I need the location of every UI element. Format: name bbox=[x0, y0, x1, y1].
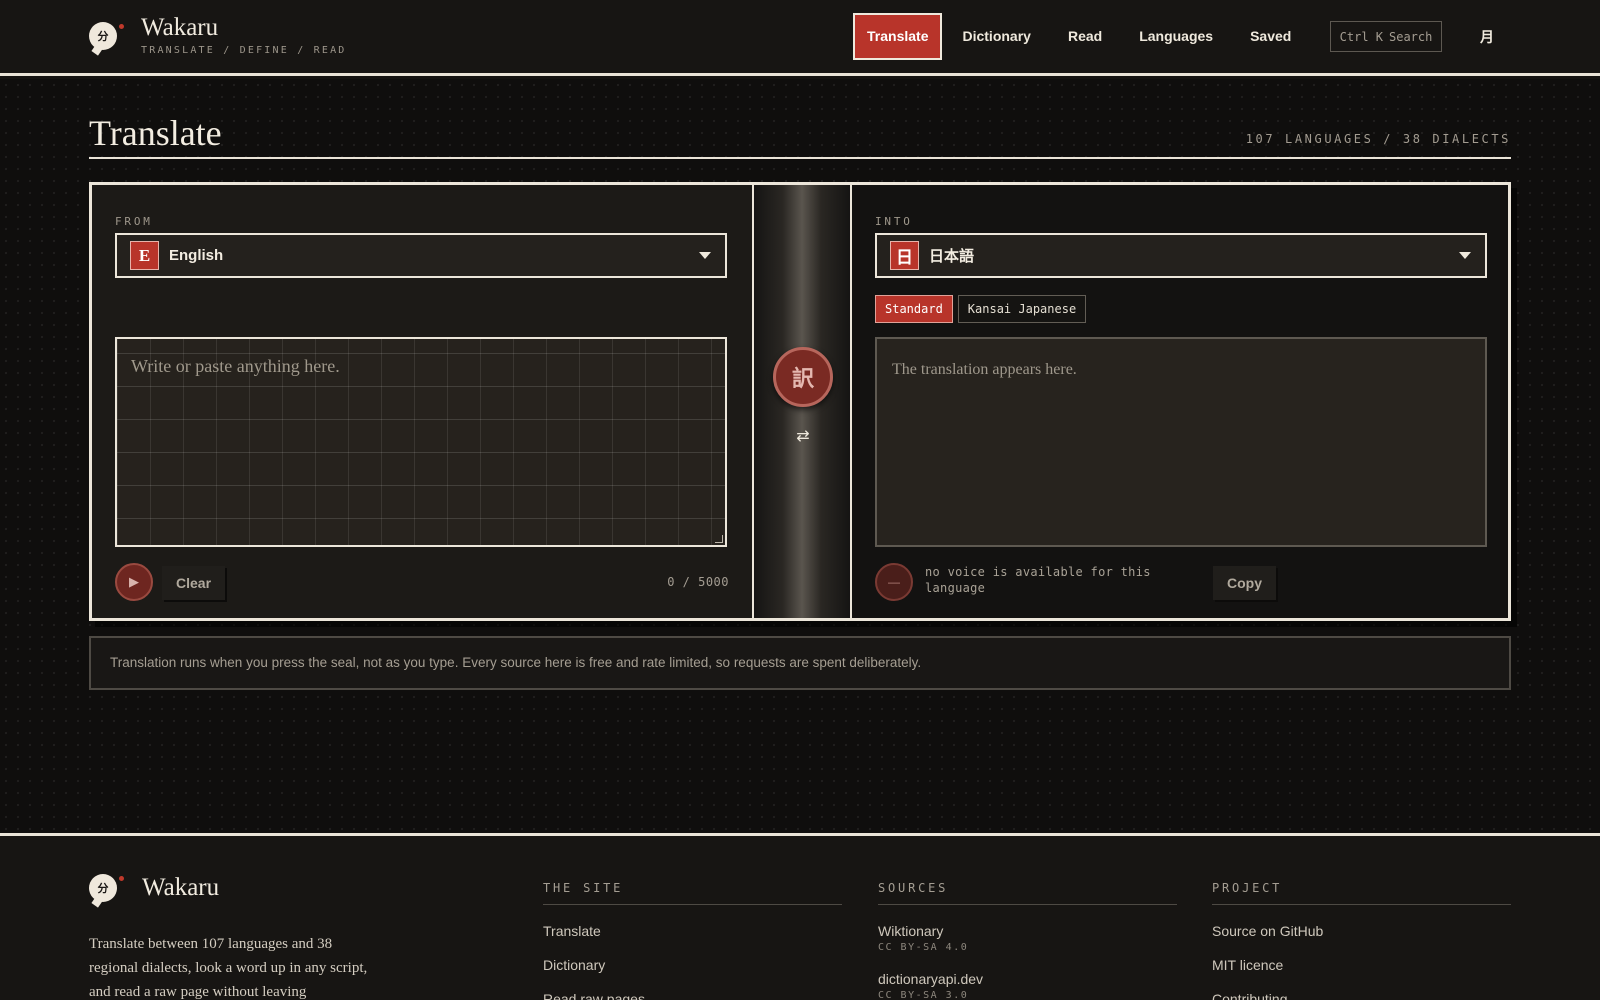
resize-handle-icon[interactable] bbox=[715, 535, 723, 543]
logo-glyph: 分 bbox=[97, 883, 109, 895]
wakaru-logo-icon: 分 bbox=[89, 874, 124, 908]
footer-column-site: THE SITE Translate Dictionary Read raw p… bbox=[543, 881, 842, 1000]
footer-link-licence[interactable]: MIT licence bbox=[1212, 957, 1511, 973]
source-placeholder: Write or paste anything here. bbox=[131, 356, 340, 376]
source-language-badge: E bbox=[130, 241, 159, 270]
target-language-name: 日本語 bbox=[929, 248, 975, 265]
nav-translate[interactable]: Translate bbox=[853, 13, 943, 60]
source-column: FROM E English Write or paste anything h… bbox=[92, 185, 752, 618]
target-column: INTO 日 日本語 Standard Kansai Japanese The … bbox=[852, 185, 1508, 618]
play-source-audio-button[interactable]: ▶ bbox=[115, 563, 153, 601]
footer-license: CC BY-SA 4.0 bbox=[878, 942, 969, 953]
search-shortcut: Ctrl K bbox=[1339, 29, 1383, 44]
source-language-select[interactable]: E English bbox=[115, 233, 727, 278]
into-label: INTO bbox=[875, 215, 913, 228]
nav-dictionary[interactable]: Dictionary bbox=[945, 13, 1047, 60]
footer-heading: THE SITE bbox=[543, 881, 842, 905]
brand-link[interactable]: 分 Wakaru TRANSLATE / DEFINE / READ bbox=[89, 14, 347, 56]
clear-button[interactable]: Clear bbox=[162, 566, 226, 600]
source-text-input[interactable]: Write or paste anything here. bbox=[115, 337, 727, 547]
footer-link-contributing[interactable]: Contributing bbox=[1212, 991, 1511, 1000]
footer-heading: PROJECT bbox=[1212, 881, 1511, 905]
footer-link-dictionary[interactable]: Dictionary bbox=[543, 957, 842, 973]
page-title: Translate bbox=[89, 113, 222, 153]
chevron-down-icon bbox=[699, 252, 711, 259]
footer-license: CC BY-SA 3.0 bbox=[878, 990, 969, 1000]
translate-seal-column: 訳 ⇄ bbox=[752, 185, 852, 618]
dialect-options: Standard Kansai Japanese bbox=[875, 295, 1087, 323]
search-button[interactable]: Ctrl K Search bbox=[1330, 21, 1442, 52]
main-nav: Translate Dictionary Read Languages Save… bbox=[853, 13, 1311, 60]
wakaru-logo-icon: 分 bbox=[89, 22, 124, 56]
footer-link-dictionaryapi[interactable]: dictionaryapi.dev bbox=[878, 971, 1177, 987]
footer-heading: SOURCES bbox=[878, 881, 1177, 905]
copy-button[interactable]: Copy bbox=[1213, 566, 1276, 600]
source-language-name: English bbox=[169, 247, 224, 264]
translate-panel: FROM E English Write or paste anything h… bbox=[89, 182, 1511, 621]
play-icon: ▶ bbox=[129, 574, 139, 589]
footer-link-read[interactable]: Read raw pages bbox=[543, 991, 842, 1000]
voice-unavailable-button[interactable]: — bbox=[875, 563, 913, 601]
footer-column-project: PROJECT Source on GitHub MIT licence Con… bbox=[1212, 881, 1511, 1000]
footer-brand[interactable]: 分 Wakaru bbox=[89, 874, 220, 908]
theme-toggle-moon-icon[interactable]: 月 bbox=[1472, 24, 1502, 50]
language-count: 107 LANGUAGES / 38 DIALECTS bbox=[1245, 132, 1511, 146]
translation-output: The translation appears here. bbox=[875, 337, 1487, 547]
target-language-badge: 日 bbox=[890, 241, 919, 270]
site-footer: 分 Wakaru Translate between 107 languages… bbox=[0, 833, 1600, 1000]
brand-tagline: TRANSLATE / DEFINE / READ bbox=[141, 45, 347, 56]
main-content: Translate 107 LANGUAGES / 38 DIALECTS FR… bbox=[0, 79, 1600, 833]
title-divider bbox=[89, 157, 1511, 159]
footer-link-github[interactable]: Source on GitHub bbox=[1212, 923, 1511, 939]
swap-languages-icon[interactable]: ⇄ bbox=[791, 425, 815, 449]
output-placeholder: The translation appears here. bbox=[892, 361, 1077, 378]
footer-link-translate[interactable]: Translate bbox=[543, 923, 842, 939]
from-label: FROM bbox=[115, 215, 153, 228]
footer-link-wiktionary[interactable]: Wiktionary bbox=[878, 923, 1177, 939]
search-label: Search bbox=[1389, 29, 1433, 44]
character-count: 0 / 5000 bbox=[667, 575, 729, 589]
target-language-select[interactable]: 日 日本語 bbox=[875, 233, 1487, 278]
nav-read[interactable]: Read bbox=[1051, 13, 1119, 60]
voice-unavailable-note: no voice is available for this language bbox=[925, 565, 1151, 595]
footer-brand-name: Wakaru bbox=[142, 874, 220, 901]
rate-limit-notice: Translation runs when you press the seal… bbox=[89, 636, 1511, 690]
footer-description: Translate between 107 languages and 38 r… bbox=[89, 936, 368, 1000]
dialect-standard[interactable]: Standard bbox=[875, 295, 953, 323]
site-header: 分 Wakaru TRANSLATE / DEFINE / READ Trans… bbox=[0, 0, 1600, 76]
translate-seal-button[interactable]: 訳 bbox=[773, 347, 833, 407]
logo-glyph: 分 bbox=[97, 31, 109, 43]
brand-name: Wakaru bbox=[141, 14, 219, 41]
footer-column-sources: SOURCES Wiktionary CC BY-SA 4.0 dictiona… bbox=[878, 881, 1177, 1000]
dash-icon: — bbox=[888, 575, 900, 589]
nav-saved[interactable]: Saved bbox=[1233, 13, 1308, 60]
nav-languages[interactable]: Languages bbox=[1122, 13, 1230, 60]
chevron-down-icon bbox=[1459, 252, 1471, 259]
dialect-kansai[interactable]: Kansai Japanese bbox=[957, 295, 1087, 323]
